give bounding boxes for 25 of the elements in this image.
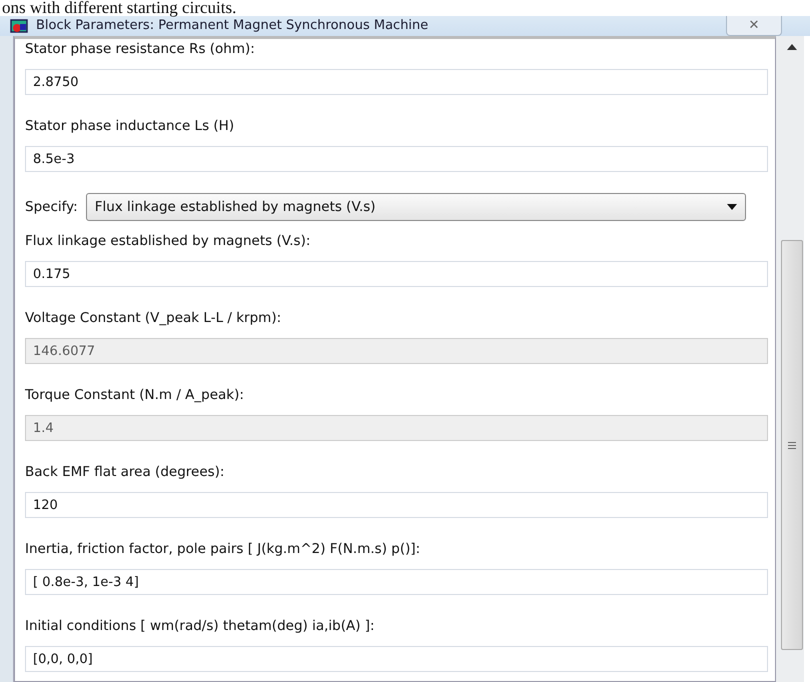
caption-text: ons with different starting circuits. (1, 0, 238, 16)
caret-icon (726, 204, 737, 210)
scroll-up-icon[interactable] (787, 44, 797, 50)
field-label: Stator phase resistance Rs (ohm): (25, 40, 256, 59)
close-button[interactable]: ✕ (726, 16, 782, 36)
input-field[interactable]: 8.5e-3 (25, 146, 768, 172)
scroll-thumb[interactable] (781, 240, 803, 650)
app-icon (10, 18, 28, 34)
field-label: Flux linkage established by magnets (V.s): (25, 232, 312, 251)
specify-dropdown[interactable]: Flux linkage established by magnets (V.s) (86, 193, 746, 221)
field-label: Stator phase inductance Ls (H) (25, 117, 236, 136)
input-field[interactable]: [ 0.8e-3, 1e-3 4] (25, 569, 768, 595)
input-field[interactable]: 0.175 (25, 261, 768, 287)
input-field[interactable]: 2.8750 (25, 69, 768, 95)
field-label: Torque Constant (N.m / A_peak): (25, 386, 245, 405)
field-label: Voltage Constant (V_peak L-L / krpm): (25, 309, 282, 328)
field-label: Back EMF flat area (degrees): (25, 463, 226, 482)
window-title: Block Parameters: Permanent Magnet Synchronous Machine (36, 17, 428, 36)
scrollbar[interactable] (776, 36, 804, 682)
input-field[interactable]: [0,0, 0,0] (25, 646, 768, 672)
input-field[interactable]: 120 (25, 492, 768, 518)
grip-icon (788, 442, 796, 448)
field-label: Initial conditions [ wm(rad/s) thetam(deg) ia,ib(A) ]: (25, 617, 376, 636)
field-label: Specify: (25, 198, 78, 217)
field-label: Inertia, friction factor, pole pairs [ J(kg.m^2) F(N.m.s) p()]: (25, 540, 422, 559)
